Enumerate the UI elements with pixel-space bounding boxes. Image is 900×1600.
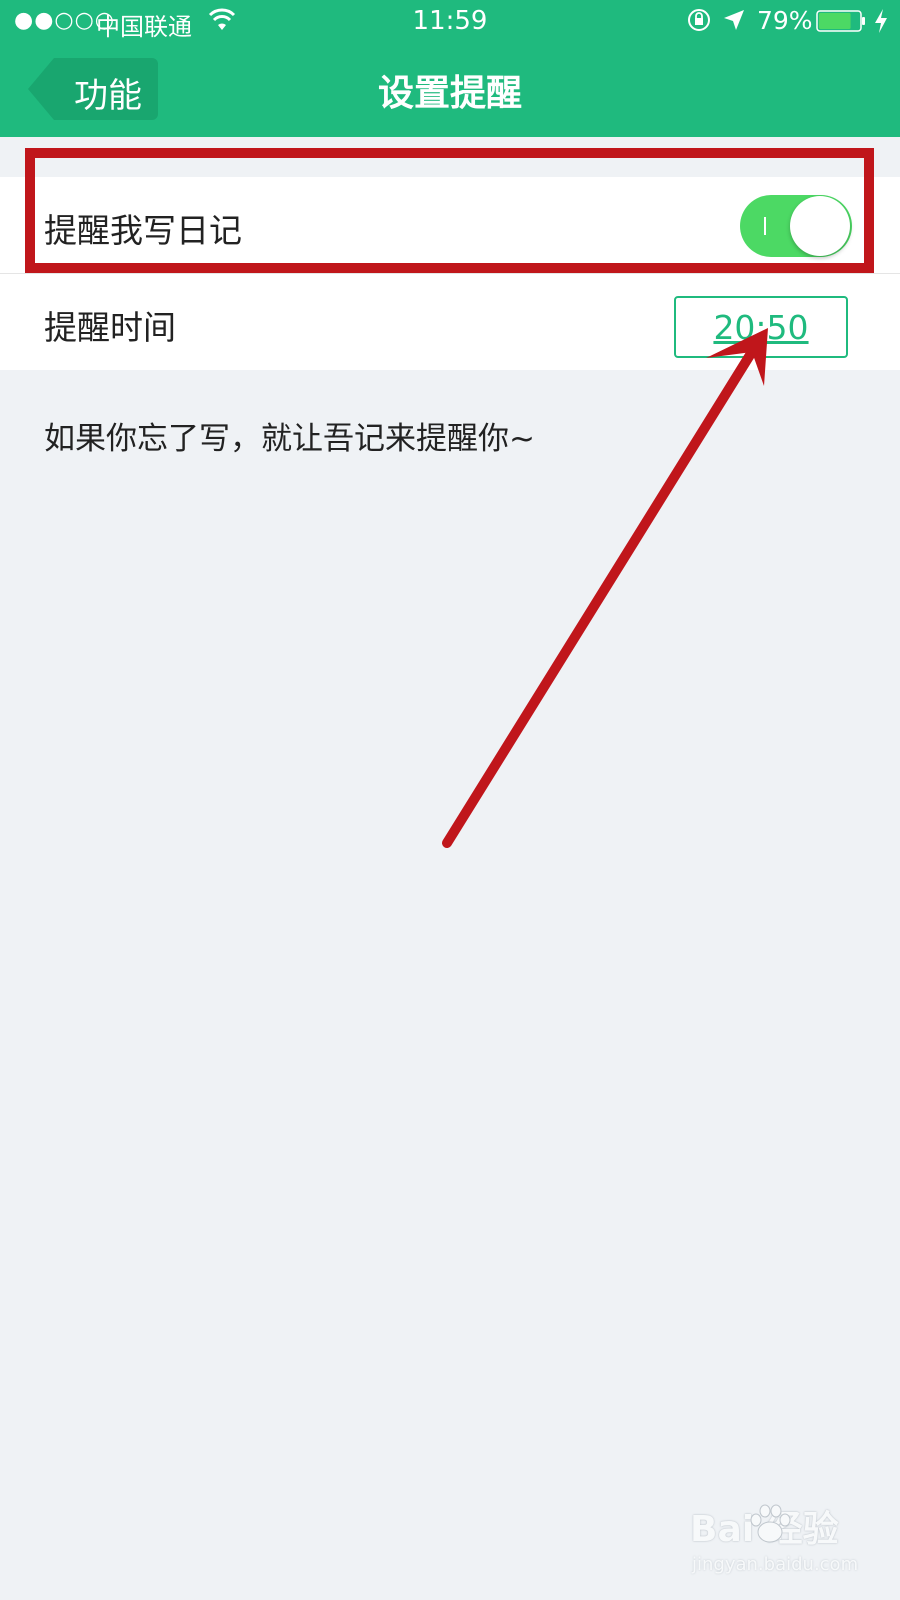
reminder-time-value: 20:50: [713, 308, 809, 347]
reminder-time-row: 提醒时间 20:50: [0, 274, 900, 370]
annotation-highlight-box: [25, 148, 874, 273]
battery-percent: 79%: [757, 6, 813, 35]
app-header: ●●○○○ 中国联通 11:59 79% 功能 设置提醒: [0, 0, 900, 137]
location-icon: [724, 10, 744, 30]
baidu-jingyan-watermark: Bai 经验 jingyan.baidu.com: [690, 1500, 890, 1590]
page-title: 设置提醒: [377, 73, 522, 114]
watermark-url: jingyan.baidu.com: [692, 1554, 859, 1575]
battery-icon: [816, 10, 865, 32]
reminder-time-label: 提醒时间: [44, 308, 176, 347]
reminder-time-button[interactable]: 20:50: [674, 296, 848, 358]
status-bar: ●●○○○ 中国联通 11:59 79%: [0, 0, 900, 44]
paw-icon: [750, 1504, 791, 1543]
charging-icon: [875, 9, 887, 33]
orientation-lock-icon: [688, 9, 710, 31]
reminder-hint-text: 如果你忘了写，就让吾记来提醒你~: [44, 421, 535, 457]
navigation-bar: 功能 设置提醒: [0, 44, 900, 137]
